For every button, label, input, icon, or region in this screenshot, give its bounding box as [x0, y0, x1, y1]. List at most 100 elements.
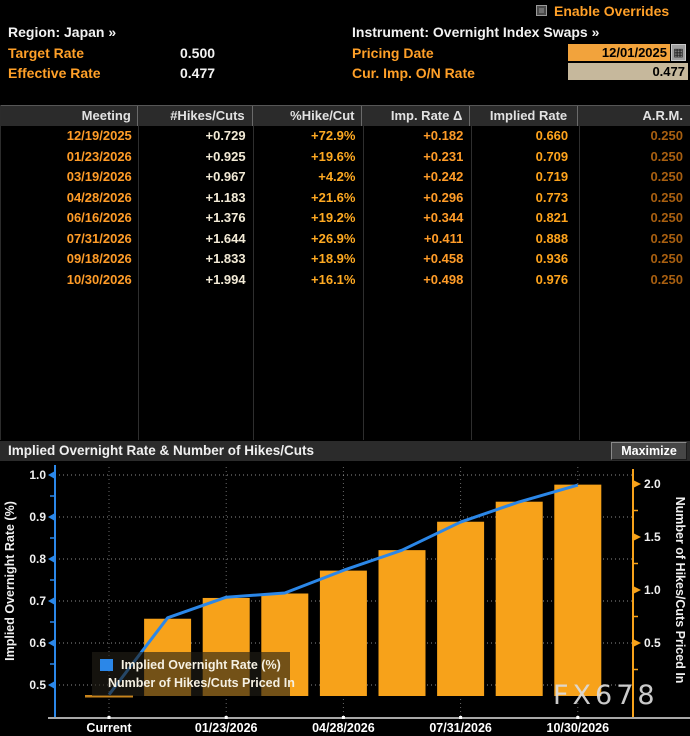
- cell-implied-rate: 0.888: [470, 229, 578, 250]
- left-tick: [48, 555, 55, 563]
- left-tick-label: 0.7: [29, 594, 46, 608]
- instrument-label: Instrument:: [352, 24, 429, 40]
- cell-implied-rate: 0.719: [470, 167, 578, 188]
- pricing-date-input[interactable]: 12/01/2025: [568, 44, 670, 61]
- effective-rate-value: 0.477: [180, 65, 215, 81]
- cell-arm: 0.250: [578, 229, 690, 250]
- left-tick-label: 0.6: [29, 636, 46, 650]
- cell-imp-rate-delta: +0.296: [362, 188, 470, 209]
- target-rate-value: 0.500: [180, 45, 215, 61]
- table-row[interactable]: 09/18/2026 +1.833 +18.9% +0.458 0.936 0.…: [1, 249, 690, 270]
- x-tick-label: 04/28/2026: [312, 721, 375, 735]
- col-meeting: Meeting: [1, 106, 138, 126]
- hikes-bar: [496, 502, 543, 696]
- cell-imp-rate-delta: +0.344: [362, 208, 470, 229]
- left-tick-label: 0.8: [29, 552, 46, 566]
- region-label: Region:: [8, 24, 60, 40]
- table-row[interactable]: 06/16/2026 +1.376 +19.2% +0.344 0.821 0.…: [1, 208, 690, 229]
- cell-meeting: 06/16/2026: [1, 208, 138, 229]
- cell-pct-hike-cut: +72.9%: [253, 126, 363, 147]
- instrument-value: Overnight Index Swaps »: [433, 24, 600, 40]
- cell-imp-rate-delta: +0.458: [362, 249, 470, 270]
- hikes-bar: [437, 522, 484, 696]
- left-tick-label: 0.9: [29, 510, 46, 524]
- col-hikes-cuts: #Hikes/Cuts: [138, 106, 253, 126]
- col-imp-rate-delta: Imp. Rate Δ: [362, 106, 470, 126]
- cell-pct-hike-cut: +26.9%: [253, 229, 363, 250]
- cur-imp-rate-field[interactable]: 0.477: [568, 63, 688, 80]
- x-tick-label: 07/31/2026: [429, 721, 492, 735]
- target-rate-label: Target Rate: [8, 45, 84, 61]
- bar-series-label: Number of Hikes/Cuts Priced In: [108, 676, 295, 690]
- cell-hikes-cuts: +0.967: [138, 167, 253, 188]
- right-tick-label: 2.0: [644, 477, 661, 491]
- cell-pct-hike-cut: +19.6%: [253, 147, 363, 168]
- cell-arm: 0.250: [578, 167, 690, 188]
- x-tick-label: 01/23/2026: [195, 721, 258, 735]
- enable-overrides-checkbox[interactable]: [536, 5, 547, 16]
- x-tick-label: 10/30/2026: [547, 721, 610, 735]
- right-axis-title: Number of Hikes/Cuts Priced In: [673, 497, 687, 684]
- table-header-row: Meeting #Hikes/Cuts %Hike/Cut Imp. Rate …: [1, 105, 690, 126]
- cell-implied-rate: 0.821: [470, 208, 578, 229]
- cell-arm: 0.250: [578, 249, 690, 270]
- cell-meeting: 10/30/2026: [1, 270, 138, 291]
- cell-pct-hike-cut: +4.2%: [253, 167, 363, 188]
- table-row[interactable]: 07/31/2026 +1.644 +26.9% +0.411 0.888 0.…: [1, 229, 690, 250]
- cell-hikes-cuts: +1.994: [138, 270, 253, 291]
- maximize-button[interactable]: Maximize: [611, 442, 687, 460]
- right-tick-label: 1.0: [644, 583, 661, 597]
- cell-pct-hike-cut: +18.9%: [253, 249, 363, 270]
- cell-pct-hike-cut: +21.6%: [253, 188, 363, 209]
- cell-meeting: 03/19/2026: [1, 167, 138, 188]
- table-row[interactable]: 04/28/2026 +1.183 +21.6% +0.296 0.773 0.…: [1, 188, 690, 209]
- x-tick-marker: [225, 716, 228, 719]
- chart-legend: Implied Overnight Rate (%) Number of Hik…: [92, 652, 290, 696]
- wirp-screen: Enable Overrides Region: Japan » Instrum…: [0, 0, 690, 736]
- right-tick-label: 1.5: [644, 530, 661, 544]
- left-tick: [48, 681, 55, 689]
- cell-implied-rate: 0.709: [470, 147, 578, 168]
- cell-pct-hike-cut: +19.2%: [253, 208, 363, 229]
- table-row[interactable]: 12/19/2025 +0.729 +72.9% +0.182 0.660 0.…: [1, 126, 690, 147]
- col-pct-hike-cut: %Hike/Cut: [253, 106, 363, 126]
- chart-title-bar: Implied Overnight Rate & Number of Hikes…: [0, 441, 690, 461]
- table-row[interactable]: 01/23/2026 +0.925 +19.6% +0.231 0.709 0.…: [1, 147, 690, 168]
- cell-imp-rate-delta: +0.182: [362, 126, 470, 147]
- cell-imp-rate-delta: +0.242: [362, 167, 470, 188]
- cell-meeting: 07/31/2026: [1, 229, 138, 250]
- enable-overrides-label: Enable Overrides: [554, 3, 669, 19]
- col-implied-rate: Implied Rate: [470, 106, 578, 126]
- cell-implied-rate: 0.976: [470, 270, 578, 291]
- pricing-date-label: Pricing Date: [352, 45, 434, 61]
- cell-arm: 0.250: [578, 147, 690, 168]
- left-tick: [48, 639, 55, 647]
- cell-implied-rate: 0.936: [470, 249, 578, 270]
- cell-pct-hike-cut: +16.1%: [253, 270, 363, 291]
- cell-implied-rate: 0.773: [470, 188, 578, 209]
- cell-hikes-cuts: +0.925: [138, 147, 253, 168]
- enable-overrides-toggle[interactable]: Enable Overrides: [536, 3, 669, 18]
- hikes-bar: [379, 550, 426, 696]
- x-tick-marker: [342, 716, 345, 719]
- cell-arm: 0.250: [578, 126, 690, 147]
- x-tick-label: Current: [86, 721, 132, 735]
- cur-imp-rate-label: Cur. Imp. O/N Rate: [352, 65, 475, 81]
- line-series-label: Implied Overnight Rate (%): [121, 658, 281, 672]
- left-tick: [48, 513, 55, 521]
- left-tick-label: 0.5: [29, 678, 46, 692]
- table-row[interactable]: 10/30/2026 +1.994 +16.1% +0.498 0.976 0.…: [1, 270, 690, 291]
- cell-imp-rate-delta: +0.498: [362, 270, 470, 291]
- right-tick-label: 0.5: [644, 636, 661, 650]
- cell-arm: 0.250: [578, 208, 690, 229]
- right-tick: [633, 533, 641, 541]
- cell-arm: 0.250: [578, 270, 690, 291]
- region-selector[interactable]: Region: Japan »: [8, 24, 116, 40]
- table-row[interactable]: 03/19/2026 +0.967 +4.2% +0.242 0.719 0.2…: [1, 167, 690, 188]
- instrument-selector[interactable]: Instrument: Overnight Index Swaps »: [352, 24, 599, 40]
- cell-implied-rate: 0.660: [470, 126, 578, 147]
- calendar-icon[interactable]: ▦: [671, 44, 686, 61]
- left-axis-title: Implied Overnight Rate (%): [3, 501, 17, 661]
- cell-imp-rate-delta: +0.231: [362, 147, 470, 168]
- cell-hikes-cuts: +1.644: [138, 229, 253, 250]
